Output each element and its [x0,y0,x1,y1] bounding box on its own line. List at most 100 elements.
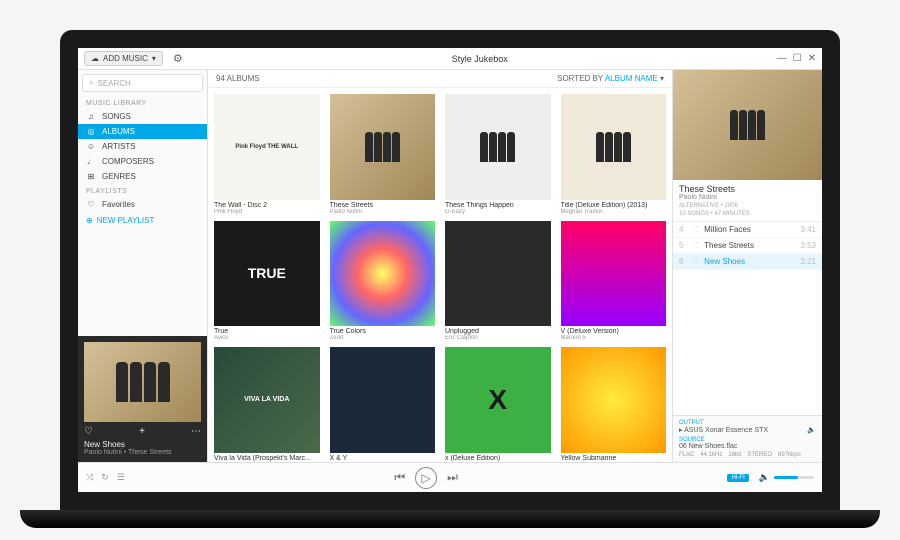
hifi-badge[interactable]: HI-FI [727,474,748,482]
album-cover [214,221,320,327]
nav-albums[interactable]: ◎ALBUMS [78,124,207,139]
new-playlist-button[interactable]: ⊕NEW PLAYLIST [78,212,207,229]
album-cover [330,347,436,453]
sidebar: ⌕ SEARCH MUSIC LIBRARY ♫SONGS ◎ALBUMS ☺A… [78,70,208,462]
app-title: Style Jukebox [183,54,777,64]
playlists-header: PLAYLISTS [78,184,207,197]
sort-control[interactable]: SORTED BY ALBUM NAME ▾ [557,74,664,83]
spec-value: STEREO [747,452,772,458]
next-track-button[interactable]: ⏭ [447,470,458,485]
album-card[interactable]: Title (Deluxe Edition) (2013)Meghan Trai… [561,94,667,215]
album-title: True [214,328,320,335]
maximize-button[interactable]: ☐ [793,53,802,64]
spec-value: 16bit [728,452,741,458]
heart-icon[interactable]: ♡ [693,225,700,234]
spec-value: FLAC [679,452,694,458]
search-input[interactable]: ⌕ SEARCH [82,74,203,92]
chevron-down-icon: ▾ [152,54,156,63]
music-note-icon: ♫ [86,112,96,121]
album-cover [330,94,436,200]
add-music-button[interactable]: ☁ ADD MUSIC ▾ [84,51,163,66]
album-grid: The Wall - Disc 2Pink FloydThese Streets… [208,88,672,462]
album-card[interactable]: Yellow SubmarineThe Beatles [561,347,667,462]
album-card[interactable]: These StreetsPaolo Nutini [330,94,436,215]
track-name: New Shoes [704,257,796,266]
track-name: Million Faces [704,225,796,234]
tag-icon: ⊞ [86,172,96,181]
album-cover [561,347,667,453]
album-title: Title (Deluxe Edition) (2013) [561,202,667,209]
now-playing-subtitle: Paolo Nutini • These Streets [84,449,201,456]
minimize-button[interactable]: — [777,53,787,64]
album-card[interactable]: The Wall - Disc 2Pink Floyd [214,94,320,215]
repeat-icon[interactable]: ↻ [101,472,109,483]
album-card[interactable]: x (Deluxe Edition)Ed Sheeran [445,347,551,462]
nav-songs[interactable]: ♫SONGS [78,109,207,124]
composer-icon: ♩ [86,157,96,166]
album-card[interactable]: These Things HappenG-Eazy [445,94,551,215]
output-panel: OUTPUT ▸ ASUS Xonar Essence STX 🔈 SOURCE… [673,415,822,462]
detail-art[interactable] [673,70,822,180]
person-icon: ☺ [86,142,96,151]
album-title: These Streets [330,202,436,209]
now-playing-art[interactable] [84,342,201,422]
album-title: x (Deluxe Edition) [445,455,551,462]
album-card[interactable]: UnpluggedEric Clapton [445,221,551,342]
album-card[interactable]: V (Deluxe Version)Maroon 5 [561,221,667,342]
album-title: X & Y [330,455,436,462]
cloud-upload-icon: ☁ [91,54,99,63]
track-row[interactable]: 4♡Million Faces3:41 [673,222,822,238]
album-artist: Meghan Trainor [561,209,667,215]
track-row[interactable]: 5♡These Streets3:53 [673,238,822,254]
source-file: 06 New Shoes.flac [679,443,816,450]
detail-artist: Paolo Nutini [679,194,816,201]
track-row[interactable]: 6♡New Shoes3:21 [673,254,822,270]
play-button[interactable]: ▷ [415,467,437,489]
library-header: MUSIC LIBRARY [78,96,207,109]
close-button[interactable]: ✕ [808,53,816,64]
prev-track-button[interactable]: ⏮ [394,470,405,485]
heart-icon[interactable]: ♡ [693,241,700,250]
more-icon[interactable]: ⋯ [191,426,201,437]
favorite-icon[interactable]: ♡ [84,426,93,437]
heart-icon[interactable]: ♡ [693,257,700,266]
album-cover [445,347,551,453]
album-title: These Things Happen [445,202,551,209]
detail-title: These Streets [679,184,816,194]
album-artist: Paolo Nutini [330,209,436,215]
nav-artists[interactable]: ☺ARTISTS [78,139,207,154]
volume-slider[interactable] [774,476,814,479]
album-title: V (Deluxe Version) [561,328,667,335]
volume-icon: 🔈 [759,472,770,483]
album-card[interactable]: TrueAvicii [214,221,320,342]
detail-meta2: 10 SONGS • 47 MINUTES [679,211,816,217]
album-artist: G-Eazy [445,209,551,215]
nav-genres[interactable]: ⊞GENRES [78,169,207,184]
album-cover [561,94,667,200]
nav-composers[interactable]: ♩COMPOSERS [78,154,207,169]
album-artist: Pink Floyd [214,209,320,215]
album-cover [214,94,320,200]
album-cover [214,347,320,453]
album-card[interactable]: X & YColdplay [330,347,436,462]
add-icon[interactable]: + [139,426,145,437]
output-device[interactable]: ▸ ASUS Xonar Essence STX 🔈 [679,426,816,434]
volume-control[interactable]: 🔈 [759,472,814,483]
album-card[interactable]: Viva la Vida (Prospekt's Marc...Coldplay [214,347,320,462]
album-cover [561,221,667,327]
track-duration: 3:53 [800,241,816,250]
album-title: Yellow Submarine [561,455,667,462]
volume-icon: 🔈 [807,426,816,434]
queue-icon[interactable]: ☰ [117,472,125,483]
nav-favorites[interactable]: ♡Favorites [78,197,207,212]
plus-icon: ⊕ [86,216,93,225]
album-title: Viva la Vida (Prospekt's Marc... [214,455,320,462]
album-card[interactable]: True ColorsZedd [330,221,436,342]
detail-meta1: ALTERNATIVE • 2006 [679,203,816,209]
gear-icon[interactable]: ⚙ [173,52,183,65]
audio-specs: FLAC44.1kHz16bitSTEREO897kbps [679,452,816,458]
shuffle-icon[interactable]: ⤨ [86,472,93,483]
disc-icon: ◎ [86,127,96,136]
album-cover [445,94,551,200]
chevron-down-icon: ▾ [660,74,664,83]
